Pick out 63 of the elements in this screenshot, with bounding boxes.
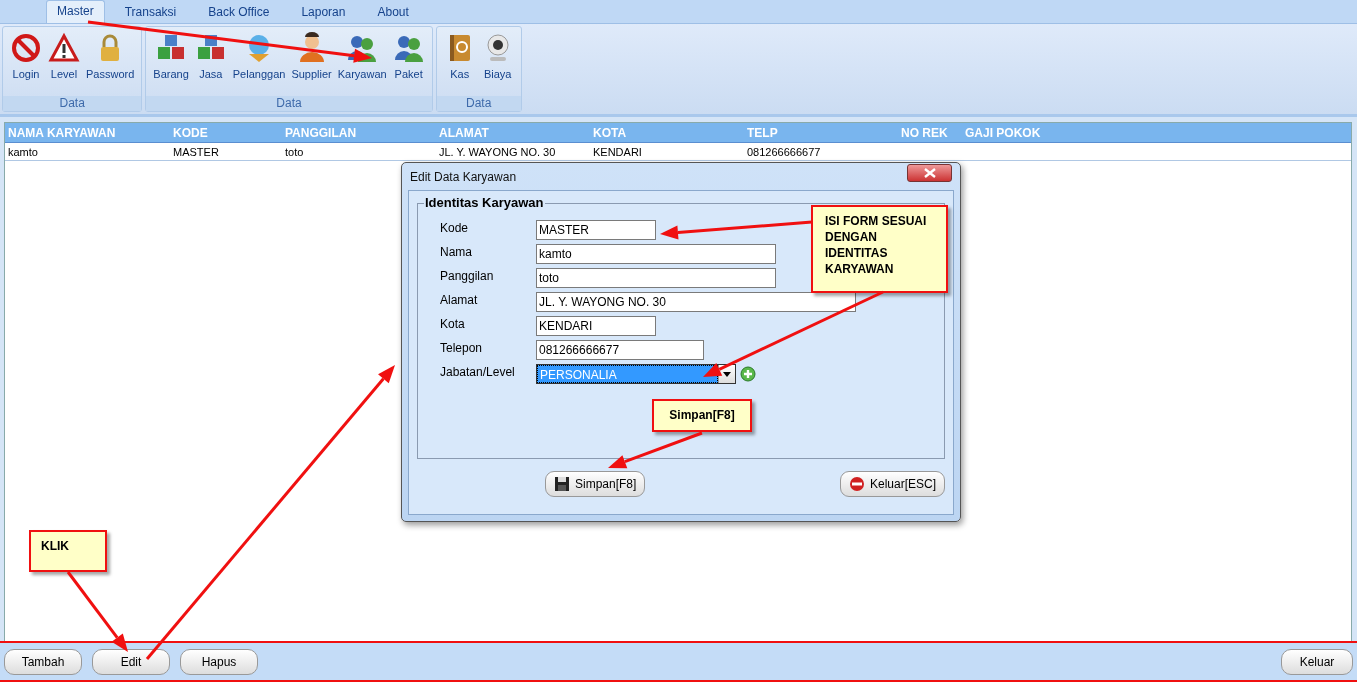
text-field[interactable]: kamto bbox=[536, 244, 776, 264]
column-header: GAJI POKOK bbox=[965, 125, 1042, 140]
group-label: Data bbox=[3, 96, 142, 111]
menu-tab[interactable]: About bbox=[365, 1, 421, 23]
exit-button[interactable]: Keluar bbox=[1281, 648, 1353, 675]
menu-tab[interactable]: Transaksi bbox=[112, 1, 189, 23]
callout-note: Simpan[F8] bbox=[652, 399, 752, 432]
ribbon-button[interactable]: Jasa bbox=[191, 30, 230, 96]
callout-note: KLIK bbox=[29, 530, 107, 572]
column-header: KOTA bbox=[593, 125, 628, 140]
close-button[interactable] bbox=[907, 163, 952, 182]
table-cell-text: toto bbox=[285, 145, 305, 158]
field-label: Telepon bbox=[440, 340, 484, 355]
table-cell-text: 081266666677 bbox=[747, 145, 822, 158]
ribbon-button[interactable]: Kas bbox=[440, 30, 479, 96]
table-cell-text: KENDARI bbox=[593, 145, 643, 158]
table-cell-text: kamto bbox=[8, 145, 39, 158]
ribbon-button[interactable]: Paket bbox=[389, 30, 428, 96]
callout-note: ISI FORM SESUAI DENGAN IDENTITAS KARYAWAN bbox=[811, 205, 948, 293]
group-label: Data bbox=[436, 96, 521, 111]
column-header: PANGGILAN bbox=[285, 125, 358, 140]
column-header: KODE bbox=[173, 125, 209, 140]
field-label: Jabatan/Level bbox=[440, 364, 516, 379]
warning-icon bbox=[48, 32, 80, 64]
text-field[interactable]: 081266666677 bbox=[536, 340, 704, 360]
field-label: Kode bbox=[440, 220, 470, 235]
dialog-button[interactable]: Keluar[ESC] bbox=[839, 471, 945, 497]
field-label: Nama bbox=[440, 244, 473, 259]
action-button[interactable]: Tambah bbox=[4, 648, 82, 675]
table-cell-text: MASTER bbox=[173, 145, 220, 158]
field-label: Kota bbox=[440, 316, 466, 331]
field-label: Panggilan bbox=[440, 268, 495, 283]
action-button[interactable]: Hapus bbox=[180, 648, 258, 675]
close-icon bbox=[923, 167, 936, 178]
table-cell-text: JL. Y. WAYONG NO. 30 bbox=[439, 145, 557, 158]
action-button[interactable]: Edit bbox=[92, 648, 170, 675]
menu-tab[interactable]: Back Office bbox=[196, 1, 282, 23]
group-title: Identitas Karyawan bbox=[424, 195, 545, 210]
ribbon-button[interactable]: Supplier bbox=[288, 30, 335, 96]
ribbon-button[interactable]: Barang bbox=[150, 30, 192, 96]
caret-icon bbox=[723, 371, 731, 377]
ribbon-button[interactable]: Password bbox=[83, 30, 138, 96]
column-header: ALAMAT bbox=[439, 125, 490, 140]
text-field[interactable]: MASTER bbox=[536, 220, 656, 240]
text-field[interactable]: KENDARI bbox=[536, 316, 656, 336]
menu-tab[interactable]: Master bbox=[46, 0, 105, 23]
no-entry-icon bbox=[10, 32, 42, 64]
dialog-title: Edit Data Karyawan bbox=[410, 169, 517, 184]
ribbon-button[interactable]: Pelanggan bbox=[229, 30, 289, 96]
field-label: Alamat bbox=[440, 292, 479, 307]
dialog-button[interactable]: Simpan[F8] bbox=[545, 471, 646, 497]
ribbon-button[interactable]: Level bbox=[45, 30, 83, 96]
text-field[interactable]: JL. Y. WAYONG NO. 30 bbox=[536, 292, 856, 312]
menu-tab[interactable]: Laporan bbox=[289, 1, 358, 23]
column-header: NAMA KARYAWAN bbox=[8, 125, 117, 140]
ribbon-button[interactable]: Login bbox=[7, 30, 45, 96]
add-icon[interactable] bbox=[740, 366, 756, 382]
column-header: TELP bbox=[747, 125, 779, 140]
ribbon-button[interactable]: Biaya bbox=[478, 30, 517, 96]
text-field[interactable]: toto bbox=[536, 268, 776, 288]
stop-icon bbox=[848, 476, 865, 492]
group-label: Data bbox=[146, 96, 432, 111]
column-header: NO REK bbox=[901, 125, 949, 140]
